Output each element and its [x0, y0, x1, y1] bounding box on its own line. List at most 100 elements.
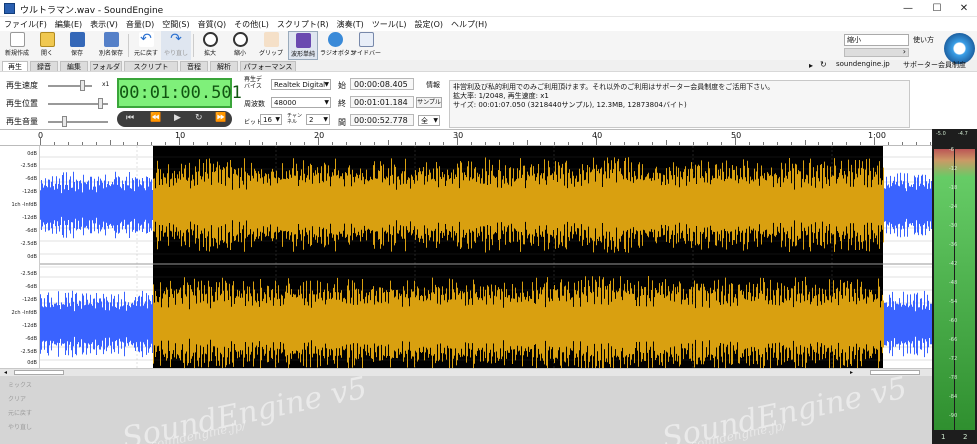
open-button[interactable]: 開く — [32, 31, 62, 60]
menu-space[interactable]: 空間(S) — [158, 17, 193, 30]
waveform-button[interactable]: 波形単純 — [288, 31, 318, 60]
fast-forward-icon[interactable]: ⏩ — [215, 113, 226, 123]
waveform-canvas[interactable] — [40, 146, 932, 368]
loop-icon[interactable]: ↻ — [195, 113, 203, 123]
tab-pitch[interactable]: 音程 — [180, 61, 208, 71]
app-icon — [4, 3, 15, 14]
ruler-tick — [860, 142, 862, 145]
skip-start-icon[interactable]: ⏮ — [126, 113, 134, 123]
speed-label: 再生速度 — [6, 81, 38, 90]
toolbar: 新規作成 開く 保存 別名保存 ↶ 元に戻す ↷ やり直し 拡大 縮小 グリップ 波… — [0, 31, 977, 64]
horizontal-scrollbar[interactable]: ◂ ▸ — [0, 368, 932, 376]
scroll-thumb[interactable] — [14, 370, 64, 375]
tab-edit[interactable]: 編集 — [60, 61, 88, 71]
menu-settings[interactable]: 設定(O) — [411, 17, 448, 30]
tab-folder[interactable]: フォルダ — [90, 61, 122, 71]
menu-script[interactable]: スクリプト(R) — [273, 17, 333, 30]
new-file-button[interactable]: 新規作成 — [2, 31, 32, 60]
zoom-in-label: 拡大 — [203, 50, 216, 57]
undo-bottom-button[interactable]: 元に戻す — [8, 408, 40, 418]
clear-button[interactable]: クリア — [8, 394, 40, 404]
zoom-out-button[interactable]: 縮小 — [225, 31, 255, 60]
menu-edit[interactable]: 編集(E) — [51, 17, 86, 30]
nav-arrow-icon[interactable]: ▸ — [809, 61, 813, 70]
freq-label: 周波数 — [244, 100, 265, 108]
meter-peak-left: -5.0 — [936, 131, 946, 137]
zoom-scroll-thumb[interactable] — [870, 370, 920, 375]
supporter-link[interactable]: サポーター会員制度 — [903, 60, 966, 70]
menu-other[interactable]: その他(L) — [230, 17, 273, 30]
unit-select[interactable]: 全 ▼ — [418, 115, 440, 126]
speed-slider[interactable] — [48, 85, 92, 87]
meter-scale-label: -30 — [949, 223, 958, 229]
play-icon[interactable]: ▶ — [174, 113, 181, 123]
ruler-tick — [679, 142, 681, 145]
howto-link[interactable]: 使い方 — [913, 35, 934, 45]
minimize-button[interactable]: — — [893, 0, 923, 17]
ruler-tick — [609, 142, 611, 145]
redo-icon: ↷ — [170, 31, 182, 47]
save-button[interactable]: 保存 — [62, 31, 92, 60]
ruler-tick — [526, 140, 528, 145]
ruler-tick — [568, 142, 570, 145]
watermark: SoundEngine v5 — [119, 376, 371, 444]
ruler-tick — [512, 142, 514, 145]
speed-thumb[interactable] — [80, 80, 85, 91]
undo-button[interactable]: ↶ 元に戻す — [131, 31, 161, 60]
sidebar-button[interactable]: サイドバー — [351, 31, 381, 60]
transport-controls: ⏮ ⏪ ▶ ↻ ⏩ — [117, 111, 232, 127]
redo-bottom-button[interactable]: やり直し — [8, 422, 40, 432]
menu-tools[interactable]: ツール(L) — [368, 17, 411, 30]
scroll-right-icon[interactable]: ▸ — [850, 369, 853, 376]
close-button[interactable]: ✕ — [949, 0, 977, 17]
new-file-icon — [9, 32, 25, 47]
menu-quality[interactable]: 音質(Q) — [194, 17, 231, 30]
freq-select[interactable]: 48000 ▼ — [271, 97, 331, 108]
volume-thumb[interactable] — [62, 116, 67, 127]
mix-button[interactable]: ミックス — [8, 380, 40, 390]
sample-button[interactable]: サンプル — [416, 97, 442, 108]
ruler-tick — [234, 142, 236, 145]
menu-volume[interactable]: 音量(D) — [122, 17, 158, 30]
zoom-select[interactable]: 縮小 — [844, 34, 909, 46]
grip-button[interactable]: グリップ — [256, 31, 286, 60]
zoom-in-button[interactable]: 拡大 — [195, 31, 225, 60]
ruler-label: 10 — [175, 131, 186, 140]
tab-performance[interactable]: パフォーマンス — [240, 61, 296, 71]
bit-select[interactable]: 16 ▼ — [260, 114, 282, 125]
end-time-field[interactable]: 00:01:01.184 — [350, 96, 414, 108]
ruler-label: 20 — [314, 131, 325, 140]
time-ruler[interactable]: 0 10 20 30 40 50 1:00 — [0, 129, 932, 146]
position-thumb[interactable] — [98, 98, 103, 109]
save-as-button[interactable]: 別名保存 — [96, 31, 126, 60]
redo-button[interactable]: ↷ やり直し — [161, 31, 191, 60]
toolbar-separator — [193, 34, 194, 57]
meter-scale-label: -54 — [949, 299, 958, 305]
menu-help[interactable]: ヘルプ(H) — [447, 17, 491, 30]
tab-record[interactable]: 録音 — [30, 61, 58, 71]
waveform-view[interactable]: 0dB -2.5dB -6dB -12dB 1ch -InfdB -12dB -… — [0, 146, 932, 368]
maximize-button[interactable]: ☐ — [922, 0, 952, 17]
rewind-icon[interactable]: ⏪ — [150, 113, 161, 123]
device-select[interactable]: Realtek Digital ▼ — [271, 79, 331, 90]
start-time-field[interactable]: 00:00:08.405 — [350, 78, 414, 90]
scroll-left-icon[interactable]: ◂ — [4, 369, 7, 376]
db-label: -12dB — [22, 297, 37, 303]
menu-play[interactable]: 演奏(T) — [333, 17, 368, 30]
meter-scale-label: -84 — [949, 394, 958, 400]
tab-analysis[interactable]: 解析 — [210, 61, 238, 71]
volume-slider[interactable] — [48, 121, 108, 123]
ruler-tick — [262, 142, 264, 145]
ruler-tick — [415, 142, 417, 145]
channel-select[interactable]: 2 ▼ — [306, 114, 330, 125]
menu-view[interactable]: 表示(V) — [86, 17, 122, 30]
menu-file[interactable]: ファイル(F) — [0, 17, 51, 30]
tab-play[interactable]: 再生 — [2, 61, 28, 71]
ruler-tick — [735, 137, 736, 145]
site-link[interactable]: soundengine.jp — [836, 60, 890, 68]
interval-field[interactable]: 00:00:52.778 — [350, 114, 414, 126]
radial-button[interactable]: ラジオボタン — [320, 31, 356, 60]
tab-script[interactable]: スクリプト — [124, 61, 178, 71]
refresh-icon[interactable]: ↻ — [820, 60, 827, 69]
ruler-tick — [762, 142, 764, 145]
